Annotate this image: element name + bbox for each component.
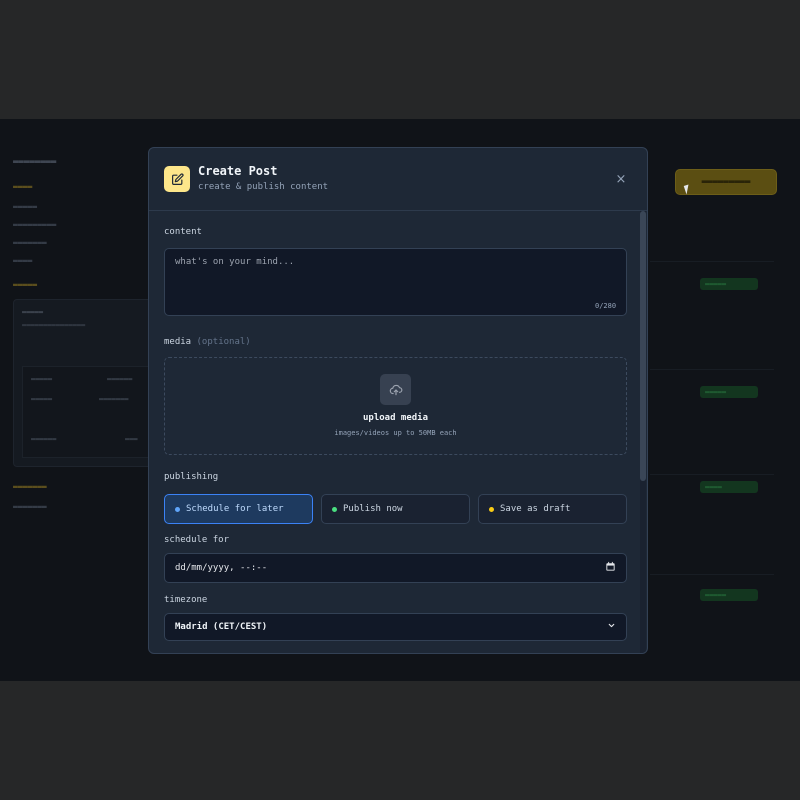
background-nav-item: ▬▬▬▬ xyxy=(13,256,33,265)
status-dot-icon xyxy=(175,506,180,512)
media-optional-text: (optional) xyxy=(196,337,251,347)
schedule-datetime-input[interactable]: dd/mm/yyyy, --:-- xyxy=(164,553,627,583)
timezone-label: timezone xyxy=(164,595,208,605)
schedule-value: dd/mm/yyyy, --:-- xyxy=(175,563,268,573)
background-status-badge: ▬▬▬▬▬ xyxy=(700,589,758,601)
background-card-heading: ▬▬▬▬▬ xyxy=(22,308,44,316)
close-button[interactable]: × xyxy=(612,170,630,188)
background-cell: ▬▬▬▬▬ xyxy=(31,395,53,403)
content-label: content xyxy=(164,227,202,237)
background-row xyxy=(650,369,774,455)
background-row xyxy=(650,574,774,660)
background-nav-item: ▬▬▬▬▬▬▬ xyxy=(13,238,47,247)
background-status-badge: ▬▬▬▬▬ xyxy=(700,386,758,398)
create-post-modal: Create Post create & publish content × c… xyxy=(148,147,648,654)
option-label: Schedule for later xyxy=(186,504,284,514)
background-status-badge: ▬▬▬▬ xyxy=(700,481,758,493)
option-label: Save as draft xyxy=(500,504,571,514)
background-cell: ▬▬▬▬▬▬ xyxy=(107,375,133,383)
scrollbar-thumb[interactable] xyxy=(640,211,646,481)
background-section: ▬▬▬▬▬▬▬ xyxy=(13,482,47,491)
background-section: ▬▬▬▬▬ xyxy=(13,280,38,289)
background-section: ▬▬▬▬ xyxy=(13,182,33,191)
background-nav-item: ▬▬▬▬▬▬▬▬▬ xyxy=(13,220,57,229)
media-upload-dropzone[interactable]: upload media images/videos up to 50MB ea… xyxy=(164,357,627,455)
modal-scrollbar[interactable] xyxy=(640,211,646,653)
char-counter: 0/280 xyxy=(595,302,617,310)
media-label: media (optional) xyxy=(164,337,251,347)
status-dot-icon xyxy=(489,506,494,512)
background-card-text: ▬▬▬▬▬▬▬▬▬▬▬▬▬▬▬ xyxy=(22,321,86,329)
upload-hint: images/videos up to 50MB each xyxy=(334,429,457,437)
option-label: Publish now xyxy=(343,504,403,514)
chevron-down-icon xyxy=(607,621,616,633)
modal-subtitle: create & publish content xyxy=(198,182,329,192)
publish-now-option[interactable]: Publish now xyxy=(321,494,470,524)
background-table: ▬▬▬▬▬ ▬▬▬▬▬▬ ▬▬▬▬▬ ▬▬▬▬▬▬▬ ▬▬▬▬▬▬ ▬▬▬ xyxy=(22,366,162,458)
background-cell: ▬▬▬▬▬▬ xyxy=(31,435,57,443)
schedule-later-option[interactable]: Schedule for later xyxy=(164,494,313,524)
calendar-icon[interactable] xyxy=(605,561,616,575)
status-dot-icon xyxy=(332,506,337,512)
save-draft-option[interactable]: Save as draft xyxy=(478,494,627,524)
upload-cloud-icon xyxy=(380,374,411,405)
background-card: ▬▬▬▬▬ ▬▬▬▬▬▬▬▬▬▬▬▬▬▬▬ ▬▬▬▬▬ ▬▬▬▬▬▬ ▬▬▬▬▬… xyxy=(13,299,163,467)
modal-title: Create Post xyxy=(198,164,278,178)
background-nav-item: ▬▬▬▬▬▬▬ xyxy=(13,502,47,511)
background-status-badge: ▬▬▬▬▬ xyxy=(700,278,758,290)
media-label-text: media xyxy=(164,337,192,347)
publishing-label: publishing xyxy=(164,472,219,482)
background-title: ▬▬▬▬▬▬▬▬ xyxy=(13,157,57,167)
schedule-label: schedule for xyxy=(164,535,230,545)
modal-header: Create Post create & publish content × xyxy=(149,148,647,211)
background-cell: ▬▬▬ xyxy=(125,435,138,443)
timezone-value: Madrid (CET/CEST) xyxy=(175,622,268,632)
upload-title: upload media xyxy=(362,413,429,423)
close-icon: × xyxy=(615,171,627,187)
timezone-select[interactable]: Madrid (CET/CEST) xyxy=(164,613,627,641)
edit-icon xyxy=(164,166,190,192)
background-cell: ▬▬▬▬▬ xyxy=(31,375,53,383)
background-row xyxy=(650,261,774,347)
content-textarea[interactable] xyxy=(164,248,627,316)
background-cell: ▬▬▬▬▬▬▬ xyxy=(99,395,129,403)
background-nav-item: ▬▬▬▬▬ xyxy=(13,202,38,211)
